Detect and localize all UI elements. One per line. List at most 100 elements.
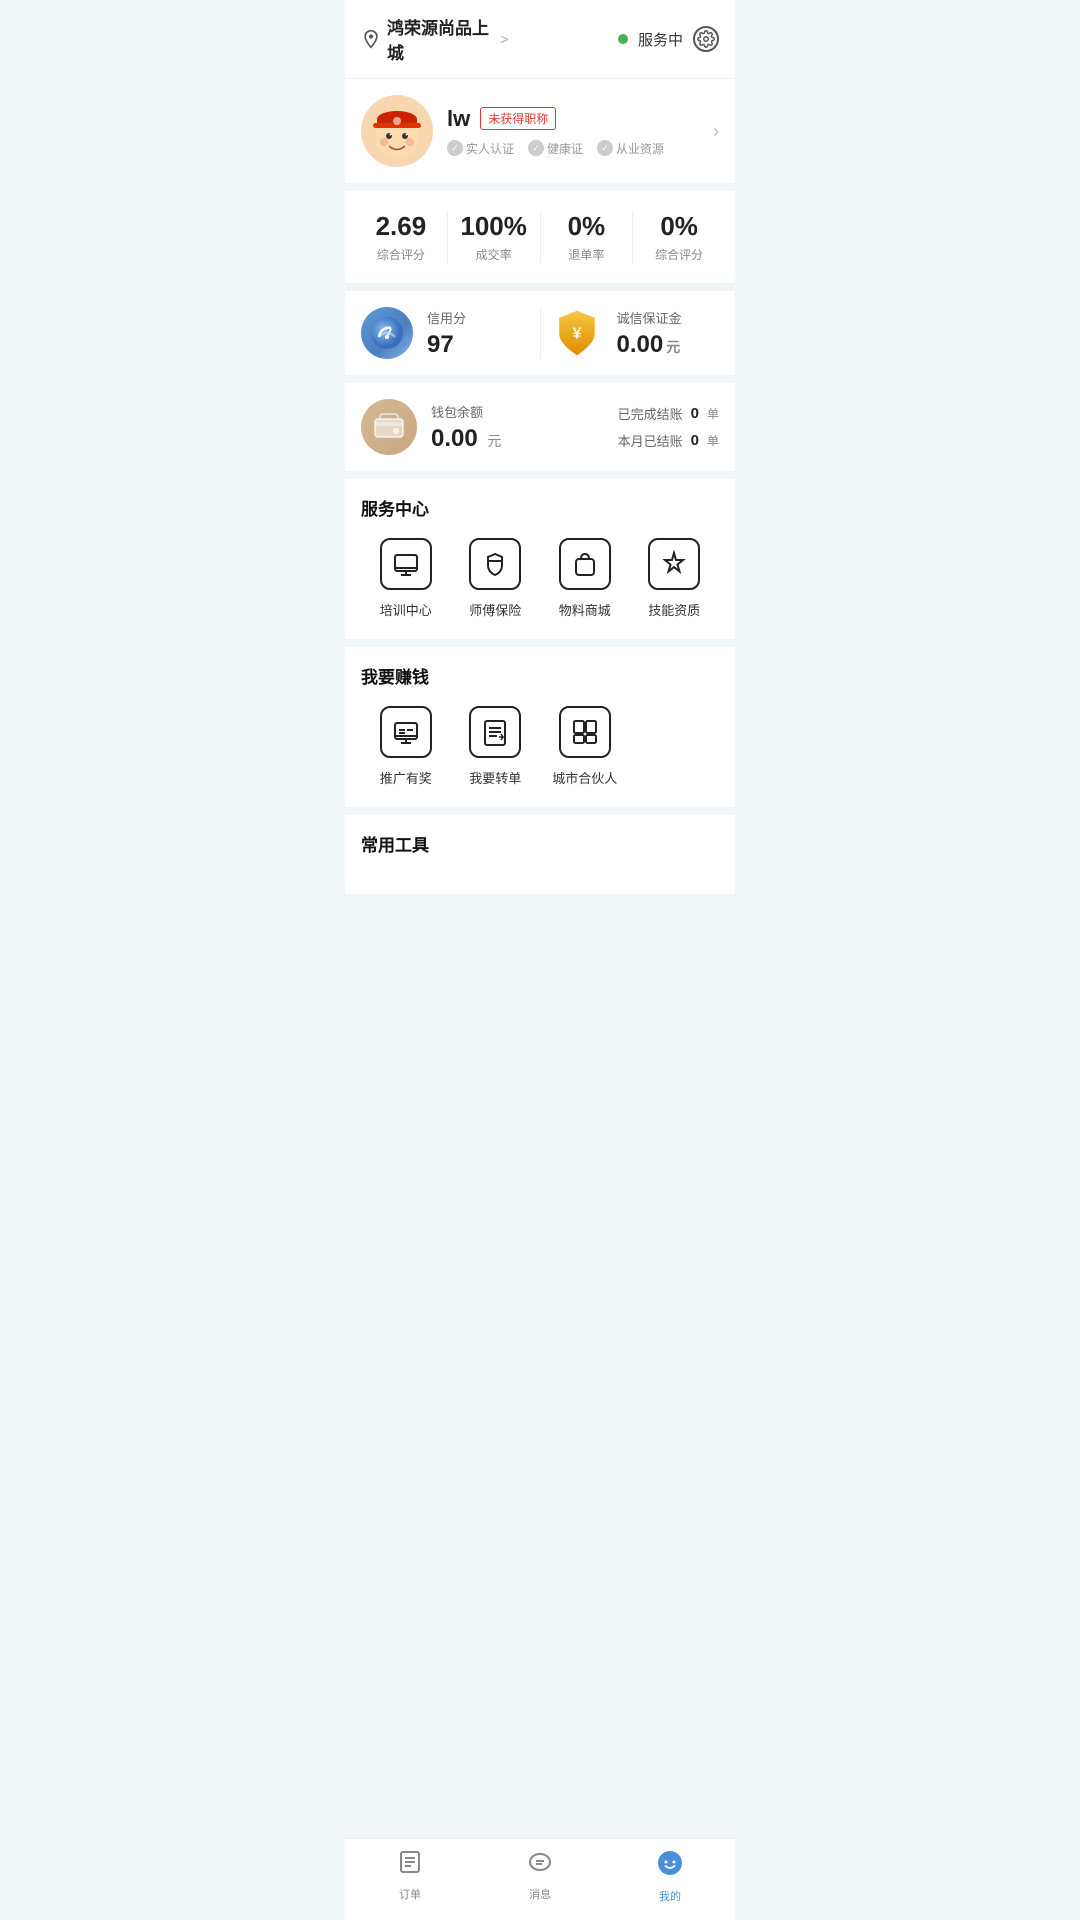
- credit-value: 97: [427, 331, 530, 359]
- stat-value-composite: 0%: [633, 211, 725, 242]
- wallet-settled-item[interactable]: 已完成结账 0 单: [618, 404, 719, 423]
- stat-overall-score[interactable]: 2.69 综合评分: [355, 211, 448, 263]
- stats-card: 2.69 综合评分 100% 成交率 0% 退单率 0% 综合评分: [345, 191, 735, 283]
- earn-transfer-label: 我要转单: [469, 768, 521, 787]
- earn-promote-icon: [380, 706, 432, 758]
- bottom-nav: 订单 消息 我的: [345, 1838, 735, 1920]
- service-center-grid: 培训中心 师傅保险 物料商城: [361, 538, 719, 619]
- deposit-label: 诚信保证金: [617, 308, 720, 327]
- settings-icon[interactable]: [693, 26, 719, 52]
- cert-check-icon2: ✓: [528, 140, 544, 156]
- nav-messages-label: 消息: [529, 1886, 551, 1902]
- wallet-value: 0.00 元: [431, 425, 618, 453]
- wallet-label: 钱包余额: [431, 402, 618, 421]
- deposit-value: 0.00元: [617, 331, 720, 359]
- cert-check-icon3: ✓: [597, 140, 613, 156]
- status-dot: [618, 34, 628, 44]
- tools-title: 常用工具: [361, 831, 719, 856]
- nav-orders[interactable]: 订单: [345, 1849, 475, 1904]
- service-training-item[interactable]: 培训中心: [361, 538, 451, 619]
- stat-value-score: 2.69: [355, 211, 447, 242]
- service-skill-item[interactable]: 技能资质: [630, 538, 720, 619]
- nav-orders-icon: [397, 1849, 423, 1882]
- nav-messages[interactable]: 消息: [475, 1849, 605, 1904]
- profile-chevron-icon[interactable]: ›: [713, 121, 719, 142]
- service-center-title: 服务中心: [361, 495, 719, 520]
- store-chevron: >: [500, 31, 508, 47]
- status-text: 服务中: [638, 29, 683, 50]
- header-right: 服务中: [618, 26, 719, 52]
- nav-mine[interactable]: 我的: [605, 1849, 735, 1904]
- service-insurance-icon: [469, 538, 521, 590]
- cert-check-icon: ✓: [447, 140, 463, 156]
- service-shop-item[interactable]: 物料商城: [540, 538, 630, 619]
- earn-promote-label: 推广有奖: [380, 768, 432, 787]
- deposit-section[interactable]: ¥ 诚信保证金 0.00元: [551, 307, 720, 359]
- service-skill-icon: [648, 538, 700, 590]
- credit-label: 信用分: [427, 308, 530, 327]
- service-insurance-label: 师傅保险: [469, 600, 521, 619]
- stat-label-deal: 成交率: [448, 246, 540, 263]
- stat-deal-rate[interactable]: 100% 成交率: [448, 211, 541, 263]
- svg-text:¥: ¥: [572, 325, 581, 342]
- earn-transfer-item[interactable]: 我要转单: [451, 706, 541, 787]
- wallet-month-item[interactable]: 本月已结账 0 单: [618, 431, 719, 450]
- stat-value-deal: 100%: [448, 211, 540, 242]
- service-training-icon: [380, 538, 432, 590]
- service-shop-icon: [559, 538, 611, 590]
- earn-money-title: 我要赚钱: [361, 663, 719, 688]
- wallet-icon: [361, 399, 417, 455]
- certifications: ✓ 实人认证 ✓ 健康证 ✓ 从业资源: [447, 140, 699, 157]
- earn-money-section: 我要赚钱 推广有奖: [345, 647, 735, 807]
- username: lw: [447, 106, 470, 132]
- service-center-section: 服务中心 培训中心 师傅保险: [345, 479, 735, 639]
- service-insurance-item[interactable]: 师傅保险: [451, 538, 541, 619]
- wallet-info[interactable]: 钱包余额 0.00 元: [431, 402, 618, 453]
- wallet-card: 钱包余额 0.00 元 已完成结账 0 单 本月已结账 0 单: [345, 383, 735, 471]
- card-divider: [540, 307, 541, 359]
- wallet-settled-value: 0: [691, 405, 699, 422]
- earn-transfer-icon: [469, 706, 521, 758]
- profile-info: lw 未获得职称 ✓ 实人认证 ✓ 健康证 ✓ 从业资源: [447, 106, 699, 157]
- username-row: lw 未获得职称: [447, 106, 699, 132]
- earn-money-grid: 推广有奖 我要转单: [361, 706, 719, 787]
- stat-label-composite: 综合评分: [633, 246, 725, 263]
- earn-partner-icon: [559, 706, 611, 758]
- service-skill-label: 技能资质: [648, 600, 700, 619]
- tools-section: 常用工具: [345, 815, 735, 894]
- location-icon: [361, 29, 381, 49]
- avatar[interactable]: [361, 95, 433, 167]
- credit-section[interactable]: 信用分 97: [361, 307, 530, 359]
- title-badge: 未获得职称: [480, 107, 556, 130]
- wallet-settled-label: 已完成结账: [618, 404, 683, 423]
- stat-composite-score[interactable]: 0% 综合评分: [633, 211, 725, 263]
- earn-partner-label: 城市合伙人: [552, 768, 617, 787]
- stat-cancel-rate[interactable]: 0% 退单率: [541, 211, 634, 263]
- nav-orders-label: 订单: [399, 1886, 421, 1902]
- deposit-icon: ¥: [551, 307, 603, 359]
- nav-mine-label: 我的: [659, 1888, 681, 1904]
- wallet-month-unit: 单: [707, 432, 719, 449]
- service-shop-label: 物料商城: [559, 600, 611, 619]
- deposit-info: 诚信保证金 0.00元: [617, 308, 720, 359]
- wallet-right: 已完成结账 0 单 本月已结账 0 单: [618, 404, 719, 450]
- credit-info: 信用分 97: [427, 308, 530, 359]
- wallet-settled-unit: 单: [707, 405, 719, 422]
- credit-deposit-card: 信用分 97 ¥ 诚信保证金 0.00元: [345, 291, 735, 375]
- stat-value-cancel: 0%: [541, 211, 633, 242]
- nav-mine-icon: [656, 1849, 684, 1884]
- nav-messages-icon: [527, 1849, 553, 1882]
- stat-label-score: 综合评分: [355, 246, 447, 263]
- service-training-label: 培训中心: [380, 600, 432, 619]
- wallet-month-label: 本月已结账: [618, 431, 683, 450]
- cert-real-name: ✓ 实人认证: [447, 140, 514, 157]
- earn-partner-item[interactable]: 城市合伙人: [540, 706, 630, 787]
- store-name[interactable]: 鸿荣源尚品上城: [387, 14, 496, 64]
- cert-health: ✓ 健康证: [528, 140, 583, 157]
- stat-label-cancel: 退单率: [541, 246, 633, 263]
- earn-promote-item[interactable]: 推广有奖: [361, 706, 451, 787]
- wallet-month-value: 0: [691, 432, 699, 449]
- cert-employment: ✓ 从业资源: [597, 140, 664, 157]
- header: 鸿荣源尚品上城 > 服务中: [345, 0, 735, 79]
- profile-card: lw 未获得职称 ✓ 实人认证 ✓ 健康证 ✓ 从业资源 ›: [345, 79, 735, 183]
